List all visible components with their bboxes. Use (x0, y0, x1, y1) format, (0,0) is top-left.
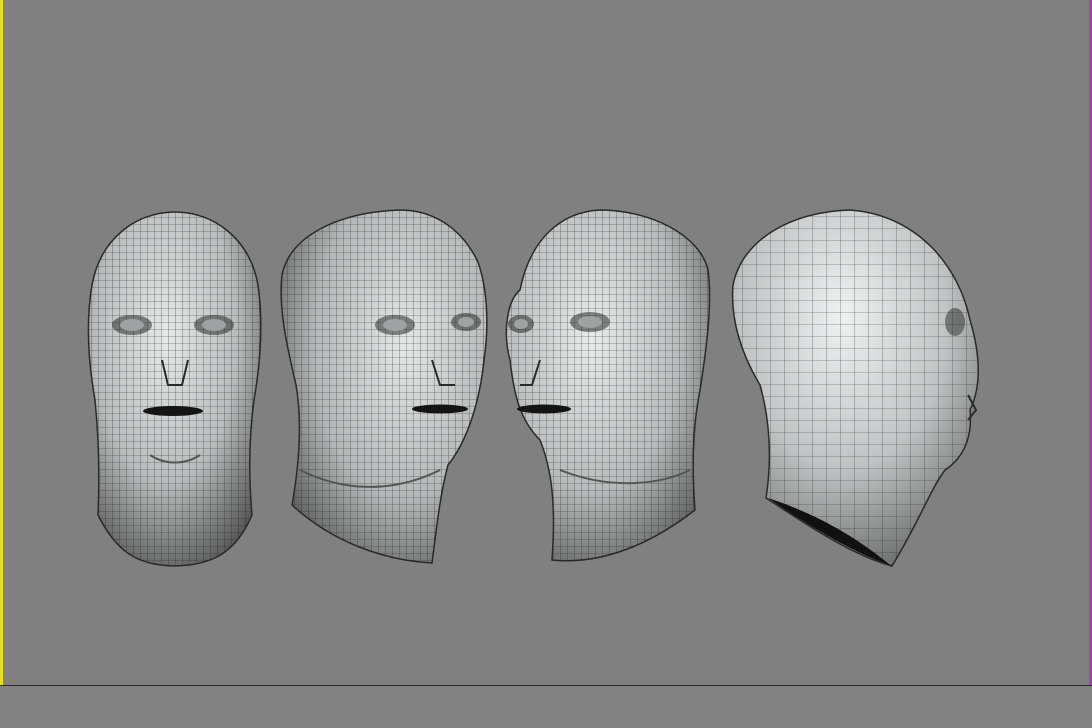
head-three-quarter-left-view (280, 209, 488, 564)
head-three-quarter-right-view (505, 209, 711, 562)
mesh-scene (87, 209, 979, 567)
head-front-view (87, 211, 262, 567)
head-side-back-view (731, 209, 979, 567)
viewport-bottom-strip (0, 686, 1092, 728)
3d-viewport[interactable] (0, 0, 1092, 728)
